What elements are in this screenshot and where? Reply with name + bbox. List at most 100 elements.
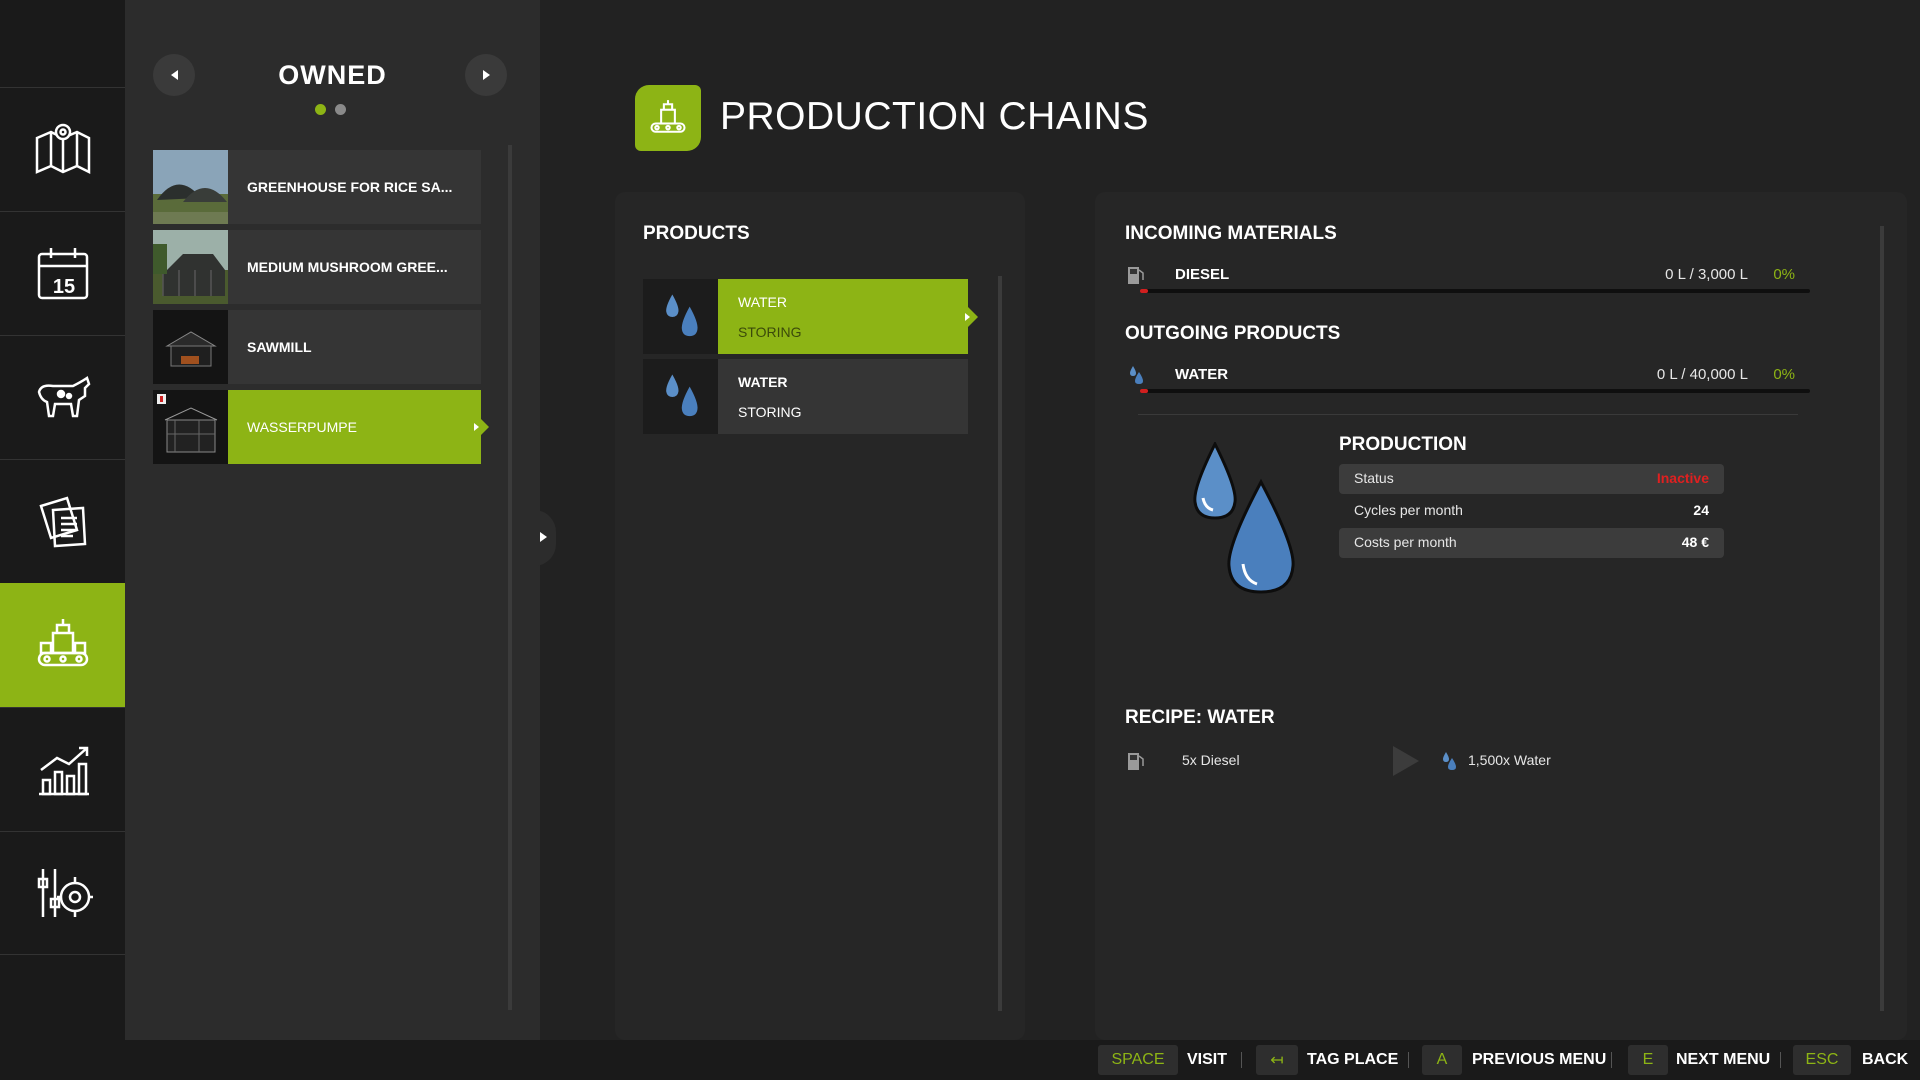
divider [1138, 414, 1798, 415]
divider [1241, 1052, 1242, 1068]
place-label: WASSERPUMPE [247, 419, 357, 435]
divider [1780, 1052, 1781, 1068]
main-menu-sidebar: 15 [0, 0, 135, 1040]
settings-icon [37, 869, 93, 917]
chevron-right-icon [540, 532, 547, 542]
chevron-right-icon [474, 423, 479, 431]
recipe-input: 5x Diesel [1182, 752, 1240, 768]
products-heading: PRODUCTS [643, 223, 750, 244]
costs-row: Costs per month 48 € [1339, 528, 1724, 558]
incoming-material-row: DIESEL 0 L / 3,000 L 0% [1125, 262, 1825, 293]
e-key[interactable]: E [1628, 1045, 1668, 1075]
a-key[interactable]: A [1422, 1045, 1462, 1075]
status-value: Inactive [1656, 470, 1709, 486]
mushroom-greenhouse-thumbnail [153, 230, 228, 304]
sidebar-item-statistics[interactable] [0, 707, 125, 831]
sidebar-item-map[interactable] [0, 87, 125, 211]
place-label: MEDIUM MUSHROOM GREE... [247, 259, 448, 275]
collapse-panel-toggle[interactable] [534, 510, 556, 566]
page-title: PRODUCTION CHAINS [720, 95, 1149, 138]
place-label: GREENHOUSE FOR RICE SA... [247, 179, 453, 195]
product-item-water-2[interactable]: WATER STORING [643, 359, 968, 434]
outgoing-product-row: WATER 0 L / 40,000 L 0% [1125, 362, 1825, 393]
arrow-right-icon [482, 70, 490, 80]
place-item-wasserpumpe[interactable]: WASSERPUMPE [153, 390, 489, 464]
costs-label: Costs per month [1354, 534, 1457, 550]
products-scrollbar[interactable] [998, 276, 1002, 1011]
incoming-heading: INCOMING MATERIALS [1125, 223, 1337, 244]
calendar-day: 15 [52, 276, 76, 298]
status-label: Status [1354, 470, 1394, 486]
previous-menu-action[interactable]: PREVIOUS MENU [1472, 1051, 1606, 1069]
product-state: STORING [738, 323, 802, 340]
production-chains-icon [635, 85, 701, 151]
next-menu-action[interactable]: NEXT MENU [1676, 1051, 1770, 1069]
product-percent: 0% [1773, 366, 1795, 383]
statistics-icon [38, 746, 89, 795]
production-stats: Status Inactive Cycles per month 24 Cost… [1339, 464, 1724, 564]
sidebar-item-contracts[interactable] [0, 459, 125, 583]
sidebar-item-production[interactable] [0, 583, 135, 707]
next-page-button[interactable] [465, 54, 507, 96]
divider [1408, 1052, 1409, 1068]
place-item-greenhouse[interactable]: GREENHOUSE FOR RICE SA... [153, 150, 481, 224]
chevron-right-icon [965, 313, 970, 321]
product-name: WATER [738, 293, 787, 310]
water-drops-icon [643, 279, 718, 354]
recipe-heading: RECIPE: WATER [1125, 707, 1275, 728]
animals-icon [37, 375, 90, 417]
cycles-label: Cycles per month [1354, 502, 1463, 518]
product-fill-bar [1140, 389, 1810, 393]
product-amount: 0 L / 40,000 L [1656, 366, 1748, 383]
product-fill-level [1140, 389, 1148, 393]
owned-places-panel: OWNED GREENHOUSE FOR RICE SA... MEDIUM M… [125, 0, 540, 1040]
cycles-row: Cycles per month 24 [1339, 496, 1724, 526]
play-arrow-icon [1393, 746, 1419, 776]
products-panel: PRODUCTS WATER STORING WATER STORING [615, 192, 1025, 1040]
recipe-output: 1,500x Water [1468, 752, 1551, 768]
place-item-mushroom-greenhouse[interactable]: MEDIUM MUSHROOM GREE... [153, 230, 481, 304]
page-dot-1[interactable] [315, 104, 326, 115]
esc-key[interactable]: ESC [1793, 1045, 1851, 1075]
outgoing-heading: OUTGOING PRODUCTS [1125, 323, 1341, 344]
sawmill-thumbnail [153, 310, 228, 384]
fuel-pump-icon [1125, 264, 1147, 286]
material-percent: 0% [1773, 266, 1795, 283]
water-drops-icon [1125, 364, 1147, 386]
material-amount: 0 L / 3,000 L [1665, 266, 1748, 283]
product-name: WATER [738, 373, 788, 390]
production-details-panel: INCOMING MATERIALS DIESEL 0 L / 3,000 L … [1095, 192, 1907, 1040]
product-name: WATER [1175, 366, 1229, 383]
material-fill-bar [1140, 289, 1810, 293]
sidebar-item-calendar[interactable]: 15 [0, 211, 125, 335]
map-icon [35, 123, 90, 174]
water-drops-icon [1438, 750, 1460, 772]
fuel-pump-icon [1125, 750, 1147, 772]
cycles-value: 24 [1693, 502, 1709, 518]
sidebar-item-settings[interactable] [0, 831, 125, 955]
footer-bar: SPACE VISIT ↤ TAG PLACE A PREVIOUS MENU … [0, 1040, 1920, 1080]
tag-place-action[interactable]: TAG PLACE [1307, 1051, 1398, 1069]
contracts-icon [38, 495, 86, 547]
production-heading: PRODUCTION [1339, 434, 1467, 455]
space-key[interactable]: SPACE [1098, 1045, 1178, 1075]
wasserpumpe-thumbnail [153, 390, 228, 464]
costs-value: 48 € [1681, 534, 1709, 550]
back-action[interactable]: BACK [1862, 1051, 1908, 1069]
sidebar-item-animals[interactable] [0, 335, 125, 459]
material-fill-level [1140, 289, 1148, 293]
visit-action[interactable]: VISIT [1187, 1051, 1227, 1069]
place-item-sawmill[interactable]: SAWMILL [153, 310, 481, 384]
water-drops-icon [643, 359, 718, 434]
places-scrollbar[interactable] [508, 145, 512, 1010]
product-state: STORING [738, 403, 802, 420]
details-scrollbar[interactable] [1880, 226, 1884, 1011]
page-dot-2[interactable] [335, 104, 346, 115]
production-icon [37, 619, 88, 667]
tag-key[interactable]: ↤ [1256, 1045, 1298, 1075]
main-content: PRODUCTION CHAINS PRODUCTS WATER STORING [534, 0, 1920, 1040]
selection-arrow [481, 419, 489, 435]
greenhouse-thumbnail [153, 150, 228, 224]
place-label: SAWMILL [247, 339, 312, 355]
product-item-water-1[interactable]: WATER STORING [643, 279, 978, 354]
